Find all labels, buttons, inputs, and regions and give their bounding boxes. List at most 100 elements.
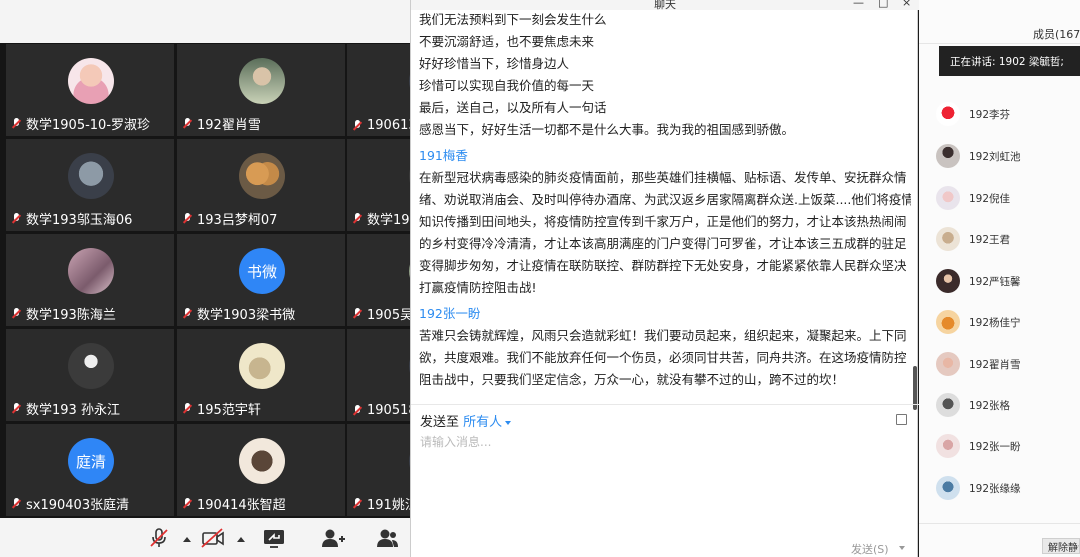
message-line: 在新型冠状病毒感染的肺炎疫情面前，那些英雄们挂横幅、贴标语、发传单、安抚群众情 bbox=[419, 170, 907, 185]
video-tile[interactable]: 190518 bbox=[347, 329, 410, 421]
maximize-button[interactable]: □ bbox=[878, 0, 888, 9]
message-line: 绪、劝说取消庙会、及时叫停待办酒席、为武汉返乡居家隔离群众送.上饭菜....他们… bbox=[419, 192, 911, 207]
participant-name: 数学1903梁书微 bbox=[197, 308, 296, 323]
participant-name: 数学193陈海兰 bbox=[26, 308, 116, 323]
mic-muted-icon bbox=[351, 497, 364, 511]
participant-name: 193吕梦柯07 bbox=[197, 213, 278, 228]
member-name: 192严钰馨 bbox=[969, 275, 1021, 288]
screen-share-button[interactable] bbox=[262, 527, 286, 549]
member-item[interactable]: 192刘虹池 bbox=[919, 139, 1080, 173]
video-tile[interactable]: 1905吴 bbox=[347, 234, 410, 326]
camera-toggle-button[interactable] bbox=[200, 527, 226, 549]
video-tile[interactable]: 190613 bbox=[347, 44, 410, 136]
participant-name: 190414张智超 bbox=[197, 498, 286, 513]
message-line: 感恩当下，好好生活一切都不是什么大事。我为我的祖国感到骄傲。 bbox=[419, 122, 795, 137]
chat-input[interactable] bbox=[420, 433, 890, 533]
member-item[interactable]: 192王君 bbox=[919, 222, 1080, 256]
member-list[interactable]: 192李芬 192刘虹池 192倪佳 192王君 192严钰馨 192杨佳宁 1… bbox=[919, 44, 1080, 524]
mic-muted-icon bbox=[351, 307, 364, 321]
member-avatar bbox=[936, 434, 960, 458]
message-sender[interactable]: 191梅香 bbox=[419, 145, 911, 167]
message-line: 苦难只会铸就辉煌，风雨只会造就彩虹！我们要动员起来，组织起来，凝聚起来。上下同 bbox=[419, 328, 907, 343]
message-line: 欲，共度艰难。我们不能放弃任何一个伤员，必须同甘共苦，同舟共济。在这场疫情防控 bbox=[419, 350, 907, 365]
invite-button[interactable] bbox=[320, 527, 346, 549]
video-tile[interactable]: 数学193 孙永江 bbox=[6, 329, 174, 421]
member-name: 192王君 bbox=[969, 233, 1011, 246]
participant-avatar bbox=[68, 58, 114, 104]
send-button[interactable]: 发送(S) bbox=[851, 541, 889, 557]
mic-options-caret[interactable] bbox=[183, 537, 191, 542]
member-avatar bbox=[936, 269, 960, 293]
message-list[interactable]: 我们无法预料到下一刻会发生什么 不要沉溺舒适，也不要焦虑未来 好好珍惜当下，珍惜… bbox=[419, 10, 911, 402]
message-line: 珍惜可以实现自我价值的每一天 bbox=[419, 78, 595, 93]
member-name: 192张缘缘 bbox=[969, 482, 1021, 495]
member-item[interactable]: 192张缘缘 bbox=[919, 471, 1080, 505]
member-item[interactable]: 192严钰馨 bbox=[919, 264, 1080, 298]
member-name: 192张一盼 bbox=[969, 440, 1021, 453]
video-tile[interactable]: 庭清 sx190403张庭清 bbox=[6, 424, 174, 516]
close-button[interactable]: × bbox=[902, 0, 911, 9]
invite-user-icon bbox=[322, 529, 345, 547]
participant-avatar bbox=[239, 343, 285, 389]
members-header: 成员(167人) bbox=[919, 22, 1080, 44]
member-name: 192李芬 bbox=[969, 108, 1011, 121]
chevron-down-icon[interactable] bbox=[505, 420, 512, 425]
participant-name: 数学1905-10-罗淑珍 bbox=[26, 118, 151, 133]
mic-muted-icon bbox=[10, 402, 23, 416]
video-tile[interactable]: 192翟肖雪 bbox=[177, 44, 345, 136]
mic-muted-icon bbox=[181, 402, 194, 416]
members-panel: 成员(167人) 192李芬 192刘虹池 192倪佳 192王君 192严钰馨… bbox=[919, 0, 1080, 557]
send-options-icon[interactable] bbox=[899, 546, 905, 550]
send-to-value[interactable]: 所有人 bbox=[463, 415, 502, 430]
message-line: 知识传播到田间地头，将疫情防控宣传到千家万户，正是他们的努力，才让本该热热闹闹 bbox=[419, 214, 907, 229]
camera-options-caret[interactable] bbox=[237, 537, 245, 542]
screen-share-icon bbox=[264, 530, 284, 548]
member-item[interactable]: 192李芬 bbox=[919, 97, 1080, 131]
member-item[interactable]: 192张一盼 bbox=[919, 429, 1080, 463]
participant-avatar bbox=[68, 343, 114, 389]
video-tile[interactable]: 数学193陈海兰 bbox=[6, 234, 174, 326]
message-sender[interactable]: 192张一盼 bbox=[419, 303, 911, 325]
participant-name: 1905吴 bbox=[367, 308, 410, 323]
participant-avatar bbox=[239, 58, 285, 104]
participant-name: 数学193邬玉海06 bbox=[26, 213, 133, 228]
member-name: 192倪佳 bbox=[969, 192, 1011, 205]
screenshot-icon[interactable] bbox=[896, 414, 907, 425]
unmute-all-button[interactable]: 解除静音 bbox=[1042, 538, 1080, 554]
video-grid: 数学1905-10-罗淑珍 192翟肖雪 190613 数学193邬玉海06 1… bbox=[0, 0, 410, 557]
member-item[interactable]: 192翟肖雪 bbox=[919, 347, 1080, 381]
mic-muted-icon bbox=[10, 307, 23, 321]
message-body: 在新型冠状病毒感染的肺炎疫情面前，那些英雄们挂横幅、贴标语、发传单、安抚群众情 … bbox=[419, 167, 911, 299]
member-item[interactable]: 192张格 bbox=[919, 388, 1080, 422]
participant-name: 195范宇轩 bbox=[197, 403, 261, 418]
video-tile[interactable]: 193吕梦柯07 bbox=[177, 139, 345, 231]
message-line: 打赢疫情防控阻击战! bbox=[419, 280, 537, 295]
video-tile[interactable]: 书微 数学1903梁书微 bbox=[177, 234, 345, 326]
member-name: 192刘虹池 bbox=[969, 150, 1021, 163]
mic-muted-icon bbox=[351, 404, 364, 418]
video-tile[interactable]: 数学1905-10-罗淑珍 bbox=[6, 44, 174, 136]
video-tile[interactable]: 数学193邬玉海06 bbox=[6, 139, 174, 231]
member-avatar bbox=[936, 310, 960, 334]
video-tile[interactable]: 数学190 bbox=[347, 139, 410, 231]
participant-avatar bbox=[239, 153, 285, 199]
participant-name: 192翟肖雪 bbox=[197, 118, 261, 133]
chat-title-bar: 聊天 — □ × bbox=[411, 0, 919, 11]
participant-name: 190613 bbox=[367, 118, 410, 133]
mic-toggle-button[interactable] bbox=[148, 527, 170, 549]
member-avatar bbox=[936, 352, 960, 376]
video-tile[interactable]: 195范宇轩 bbox=[177, 329, 345, 421]
mic-muted-icon bbox=[351, 212, 364, 226]
video-tile[interactable]: 191姚江 bbox=[347, 424, 410, 516]
message-line: 我们无法预料到下一刻会发生什么 bbox=[419, 12, 607, 27]
mic-muted-icon bbox=[10, 497, 23, 511]
members-count: 成员(167人) bbox=[1033, 28, 1080, 41]
send-to-selector[interactable]: 发送至 所有人 bbox=[420, 411, 512, 430]
minimize-button[interactable]: — bbox=[853, 0, 864, 9]
member-item[interactable]: 192杨佳宁 bbox=[919, 305, 1080, 339]
member-item[interactable]: 192倪佳 bbox=[919, 181, 1080, 215]
participant-name: sx190403张庭清 bbox=[26, 498, 130, 513]
video-tile[interactable]: 190414张智超 bbox=[177, 424, 345, 516]
members-button[interactable] bbox=[374, 527, 400, 549]
participant-name: 数学193 孙永江 bbox=[26, 403, 120, 418]
